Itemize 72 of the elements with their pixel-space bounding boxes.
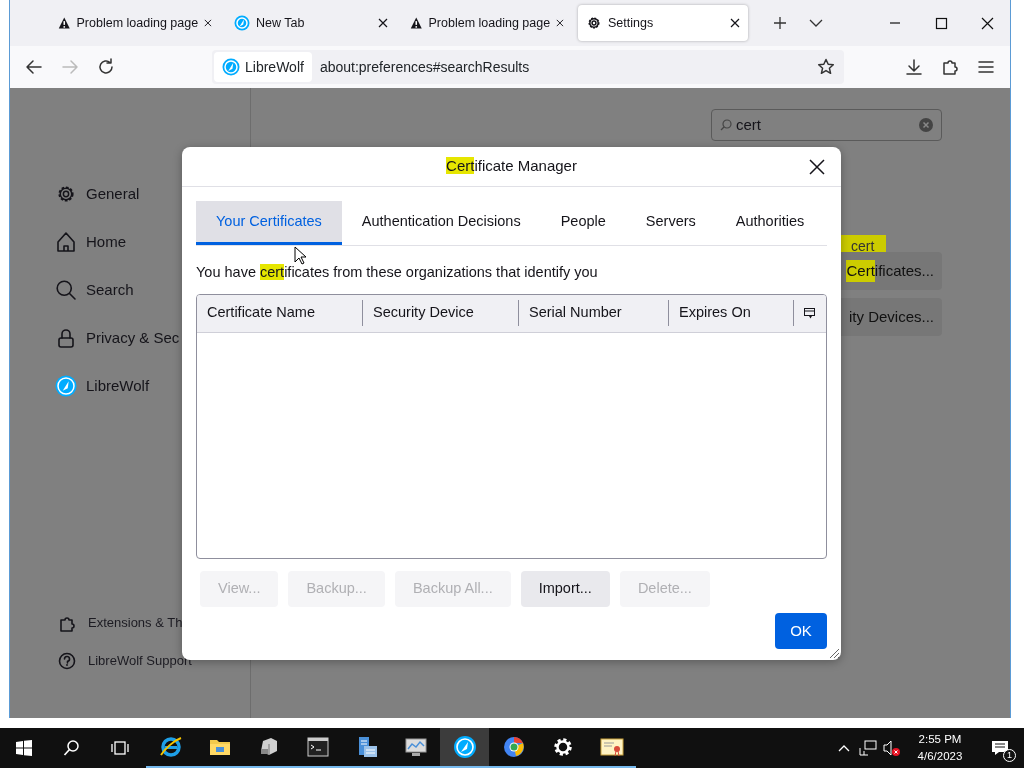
dialog-tab[interactable]: Authentication Decisions <box>341 201 541 245</box>
sidebar-link[interactable]: Extensions & Th <box>58 604 183 642</box>
url-text[interactable]: about:preferences#searchResults <box>319 56 800 78</box>
puzzle-icon <box>941 58 959 76</box>
resize-grip-icon[interactable] <box>828 647 840 659</box>
forward-arrow-icon <box>61 58 79 76</box>
sidebar-item[interactable]: Privacy & Sec <box>55 314 180 362</box>
gear-icon <box>55 183 77 205</box>
column-picker-icon[interactable] <box>803 307 815 319</box>
help-icon <box>58 652 76 670</box>
close-icon <box>980 16 994 30</box>
clear-icon[interactable] <box>919 118 933 132</box>
taskbar-app[interactable] <box>440 728 489 768</box>
close-icon[interactable] <box>378 18 388 28</box>
monitor-icon <box>403 735 428 759</box>
sidebar-item[interactable]: LibreWolf <box>55 362 150 410</box>
browser-tab[interactable]: Problem loading page <box>402 5 572 41</box>
ok-button[interactable]: OK <box>775 613 827 649</box>
warning-icon <box>58 15 71 31</box>
dialog-tab[interactable]: People <box>540 201 626 245</box>
reload-icon <box>97 58 115 76</box>
search-icon <box>63 739 81 757</box>
dialog-tab[interactable]: Authorities <box>715 201 825 245</box>
task-view-icon <box>111 739 129 757</box>
browser-icon <box>158 735 183 759</box>
clock-date[interactable]: 4/6/2023 <box>904 748 976 765</box>
sidebar-item[interactable]: Search <box>55 266 134 314</box>
windows-logo-icon <box>15 739 33 757</box>
dialog-tab[interactable]: Servers <box>625 201 716 245</box>
identity-badge[interactable]: LibreWolf <box>214 52 312 82</box>
description-text: You have certificates from these organizations that identify you <box>196 263 599 282</box>
column-header[interactable]: Security Device <box>363 300 519 327</box>
sidebar-item[interactable]: General <box>55 170 140 218</box>
wolf-logo-icon <box>234 15 250 31</box>
column-header[interactable]: Certificate Name <box>197 300 363 327</box>
chevron-down-icon <box>809 19 823 27</box>
close-icon[interactable] <box>204 18 212 28</box>
browser-tab[interactable]: Problem loading page <box>50 5 220 41</box>
browser-tab[interactable]: Settings <box>578 5 748 41</box>
puzzle-icon <box>58 614 76 632</box>
lock-icon <box>55 327 77 349</box>
home-icon <box>55 231 77 253</box>
notification-count: 1 <box>1003 749 1016 762</box>
dialog-tab[interactable]: Your Certificates <box>196 201 342 245</box>
terminal-icon <box>305 735 330 759</box>
maximize-icon <box>934 16 948 30</box>
column-header[interactable]: Expires On <box>669 300 794 327</box>
globe-icon <box>501 735 526 759</box>
close-icon[interactable] <box>556 18 564 28</box>
search-icon <box>55 279 77 301</box>
gear-icon <box>586 15 602 31</box>
certificate-icon <box>599 735 624 759</box>
star-icon <box>817 58 835 76</box>
cursor-icon <box>294 246 306 265</box>
plus-icon <box>773 16 787 30</box>
clock-time[interactable]: 2:55 PM <box>904 731 976 748</box>
search-icon <box>720 119 732 131</box>
back-arrow-icon <box>25 58 43 76</box>
menu-icon <box>977 58 995 76</box>
wolf-logo-icon <box>452 735 477 759</box>
download-icon <box>905 58 923 76</box>
sidebar-link[interactable]: LibreWolf Support <box>58 642 192 680</box>
warning-icon <box>410 15 423 31</box>
action-button[interactable]: Import... <box>520 570 610 607</box>
sidebar-item[interactable]: Home <box>55 218 126 266</box>
browser-tab[interactable]: New Tab <box>226 5 396 41</box>
notifications-icon[interactable] <box>991 740 1009 756</box>
close-icon[interactable] <box>730 18 740 28</box>
wolf-logo-icon <box>222 58 240 76</box>
column-header[interactable]: Serial Number <box>519 300 669 327</box>
search-field[interactable]: cert <box>711 109 942 141</box>
wolf-logo-icon <box>55 375 77 397</box>
